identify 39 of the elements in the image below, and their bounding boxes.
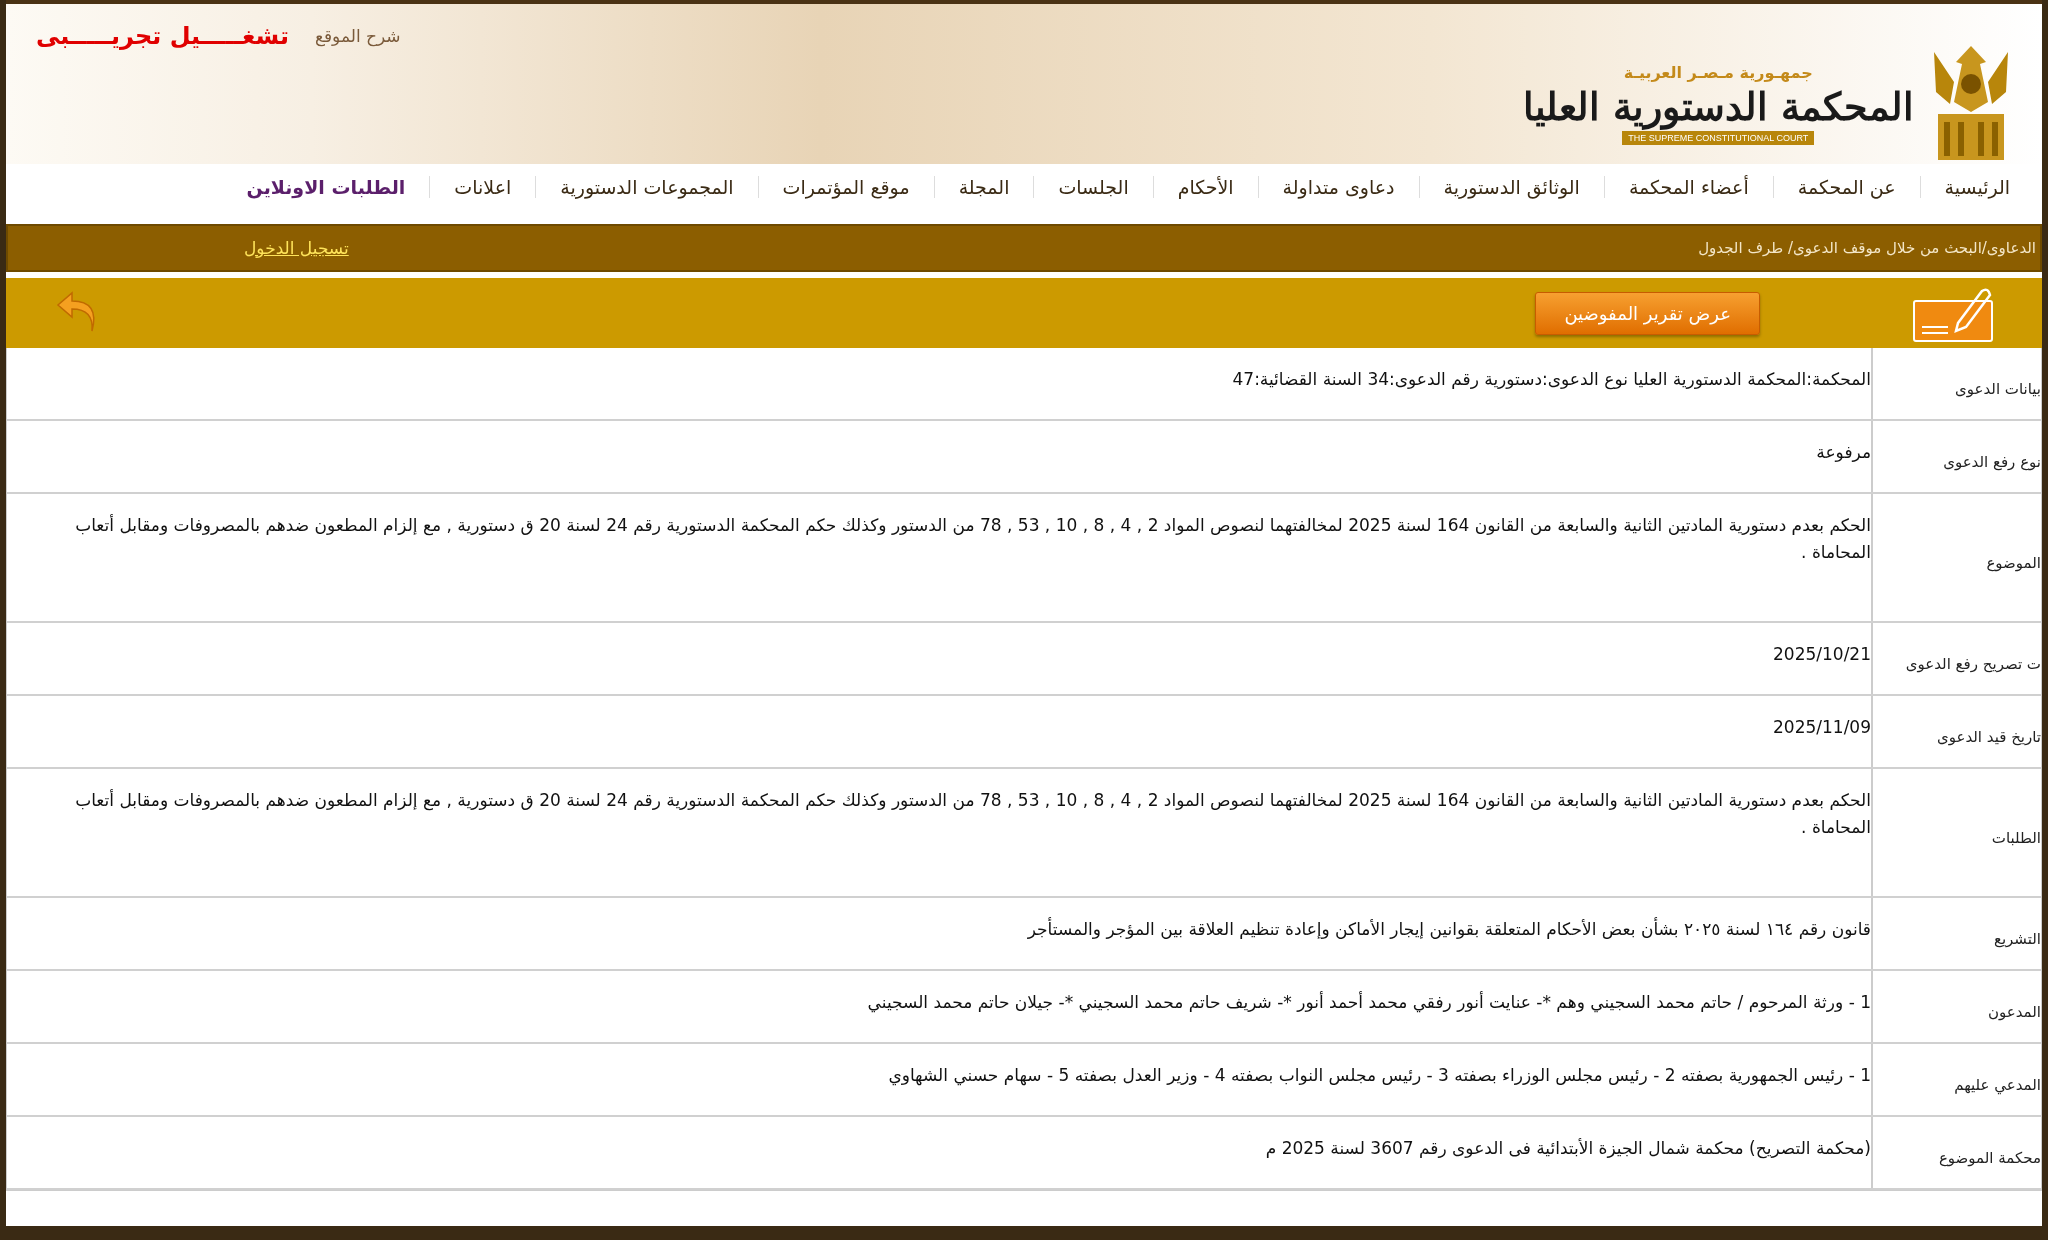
nav-link[interactable]: الجلسات — [1033, 176, 1153, 198]
field-value: الحكم بعدم دستورية المادتين الثانية والسابعة من القانون 164 لسنة 2025 لمخالفتهما لنصوص المواد 2 , 4 , 8 , 10 , 53 , 78 من الدستور وكذلك حكم المحكمة الدستورية رقم 24 لسنة 20 ق دستورية , مع إلزام المطعون ضدهم بالمصروفات ومقابل أتعاب المحاماة . — [74, 788, 1871, 839]
field-label: الطلبات — [1871, 769, 2041, 896]
field-value: 1 - رئيس الجمهورية بصفته 2 - رئيس مجلس الوزراء بصفته 3 - رئيس مجلس النواب بصفته 4 - وزير العدل بصفته 5 - سهام حسني الشهاوي — [887, 1064, 1871, 1088]
nav-link[interactable]: اعلانات — [429, 176, 536, 198]
nav-link[interactable]: الأحكام — [1152, 176, 1258, 198]
login-link[interactable]: تسجيل الدخول — [244, 238, 349, 258]
field-label: الموضوع — [1871, 494, 2041, 621]
field-value: مرفوعة — [1815, 441, 1871, 464]
court-name-english: THE SUPREME CONSTITUTIONAL COURT — [1622, 131, 1815, 146]
nav-link[interactable]: الوثائق الدستورية — [1418, 176, 1604, 198]
field-value: الحكم بعدم دستورية المادتين الثانية والسابعة من القانون 164 لسنة 2025 لمخالفتهما لنصوص المواد 2 , 4 , 8 , 10 , 53 , 78 من الدستور وكذلك حكم المحكمة الدستورية رقم 24 لسنة 20 ق دستورية , مع إلزام المطعون ضدهم بالمصروفات ومقابل أتعاب المحاماة . — [74, 513, 1871, 564]
field-value: 2025/11/09 — [1772, 716, 1871, 739]
field-label: تاريخ قيد الدعوى — [1871, 696, 2041, 767]
nav-link[interactable]: عن المحكمة — [1772, 176, 1920, 198]
field-value: 1 - ورثة المرحوم / حاتم محمد السجيني وهم *- عنايت أنور رفقي محمد أحمد أنور *- شريف حاتم محمد السجيني *- جيلان حاتم محمد السجيني — [866, 990, 1871, 1015]
breadcrumb: الدعاوى/البحث من خلال موقف الدعوى/ طرف الجدول — [1698, 239, 2036, 257]
field-label: نوع رفع الدعوى — [1871, 421, 2041, 492]
nav-link[interactable]: المجلة — [933, 176, 1034, 198]
field-label: المدعي عليهم — [1871, 1044, 2041, 1115]
nav-link[interactable]: الرئيسية — [1919, 176, 2034, 198]
field-value: 2025/10/21 — [1772, 643, 1871, 666]
nav-link[interactable]: الطلبات الاونلاين — [222, 176, 430, 198]
field-label: التشريع — [1871, 898, 2041, 969]
field-label: محكمة الموضوع — [1871, 1117, 2041, 1188]
court-name-logo: المحكمة الدستورية العليا — [1522, 82, 1914, 132]
trial-notice: تشغـــــيل تجريـــــبى — [36, 22, 289, 50]
field-value: (محكمة التصريح) محكمة شمال الجيزة الأبتدائية فى الدعوى رقم 3607 لسنة 2025 م — [1264, 1137, 1871, 1161]
country-name: جمهـورية مـصـر العربيـة — [1623, 62, 1813, 82]
field-label: ت تصريح رفع الدعوى — [1871, 623, 2041, 694]
nav-link[interactable]: المجموعات الدستورية — [535, 176, 758, 198]
nav-link[interactable]: أعضاء المحكمة — [1603, 176, 1773, 198]
field-value: قانون رقم ١٦٤ لسنة ٢٠٢٥ بشأن بعض الأحكام المتعلقة بقوانين إيجار الأماكن وإعادة تنظيم العلاقة بين المؤجر والمستأجر — [1026, 916, 1871, 941]
field-value: المحكمة:المحكمة الدستورية العليا نوع الدعوى:دستورية رقم الدعوى:34 السنة القضائية:47 — [1231, 368, 1871, 392]
site-guide-link[interactable]: شرح الموقع — [314, 26, 401, 46]
nav-link[interactable]: موقع المؤتمرات — [757, 176, 934, 198]
nav-link[interactable]: دعاوى متداولة — [1257, 176, 1419, 198]
field-label: بيانات الدعوى — [1871, 348, 2041, 419]
field-label: المدعون — [1871, 971, 2041, 1042]
